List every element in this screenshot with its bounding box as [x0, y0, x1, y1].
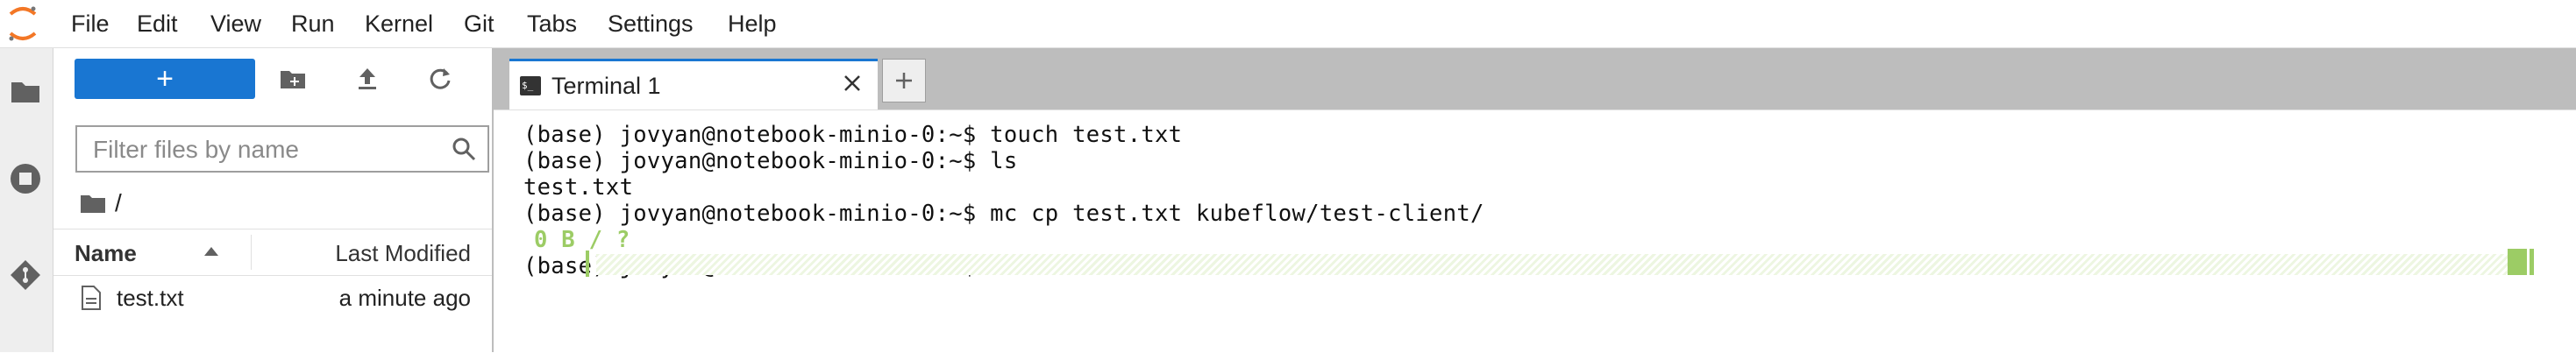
file-list-header: Name Last Modified: [53, 229, 492, 276]
upload-icon[interactable]: [352, 63, 383, 95]
file-modified-time: a minute ago: [338, 285, 471, 311]
plus-icon: [896, 73, 912, 88]
stop-circle-icon[interactable]: [7, 160, 44, 197]
jupyter-logo-icon: [9, 6, 37, 41]
file-icon: [82, 286, 101, 310]
menu-run[interactable]: Run: [291, 11, 335, 38]
terminal-output[interactable]: (base) jovyan@notebook-minio-0:~$ touch …: [494, 109, 2576, 353]
breadcrumb-root[interactable]: /: [115, 189, 122, 217]
menu-tabs[interactable]: Tabs: [527, 11, 577, 38]
menu-git[interactable]: Git: [464, 11, 495, 38]
refresh-icon[interactable]: [424, 63, 456, 95]
column-name-header[interactable]: Name: [75, 240, 137, 267]
folder-icon[interactable]: [7, 73, 44, 109]
terminal-line: test.txt: [523, 174, 634, 201]
new-launcher-button[interactable]: +: [75, 59, 255, 99]
terminal-line: (base) jovyan@notebook-minio-0:~$ touch …: [523, 122, 1183, 148]
add-tab-button[interactable]: [882, 59, 926, 102]
menu-edit[interactable]: Edit: [137, 11, 178, 38]
filter-box: [75, 125, 489, 173]
sort-ascending-icon: [204, 247, 218, 256]
column-modified-header[interactable]: Last Modified: [335, 240, 471, 267]
menu-view[interactable]: View: [210, 11, 261, 38]
file-browser-panel: + / Name Last Modified test.txt a minute…: [53, 48, 519, 352]
main-dock-area: $_ Terminal 1 (base) jovyan@notebook-min…: [494, 48, 2576, 353]
progress-bar-end: [2508, 249, 2527, 275]
menu-file[interactable]: File: [71, 11, 110, 38]
git-icon[interactable]: [7, 257, 44, 293]
breadcrumb: /: [80, 188, 122, 218]
close-icon[interactable]: [841, 72, 864, 95]
menu-bar: File Edit View Run Kernel Git Tabs Setti…: [0, 0, 2576, 48]
progress-bar-track: [596, 254, 2516, 275]
new-folder-icon[interactable]: [277, 63, 309, 95]
search-icon: [452, 138, 476, 161]
filter-files-input[interactable]: [91, 127, 428, 173]
terminal-line: (base) jovyan@notebook-minio-0:~$ mc cp …: [523, 201, 1484, 227]
progress-bar-start: [586, 251, 589, 277]
tab-terminal-1[interactable]: $_ Terminal 1: [509, 59, 878, 109]
column-divider[interactable]: [251, 235, 252, 270]
activity-bar: [0, 48, 53, 352]
file-list-item[interactable]: test.txt a minute ago: [53, 278, 492, 318]
menu-settings[interactable]: Settings: [608, 11, 694, 38]
file-name: test.txt: [117, 285, 184, 311]
tab-title: Terminal 1: [551, 73, 661, 99]
tab-bar: $_ Terminal 1: [494, 48, 2576, 109]
menu-kernel[interactable]: Kernel: [365, 11, 433, 38]
home-folder-icon[interactable]: [80, 193, 106, 214]
menu-help[interactable]: Help: [728, 11, 777, 38]
terminal-icon: $_: [520, 76, 541, 95]
progress-bar-end-cap: [2530, 249, 2534, 275]
terminal-line: (base) jovyan@notebook-minio-0:~$ ls: [523, 148, 1018, 174]
transfer-progress-text: 0 B / ?: [534, 227, 630, 253]
